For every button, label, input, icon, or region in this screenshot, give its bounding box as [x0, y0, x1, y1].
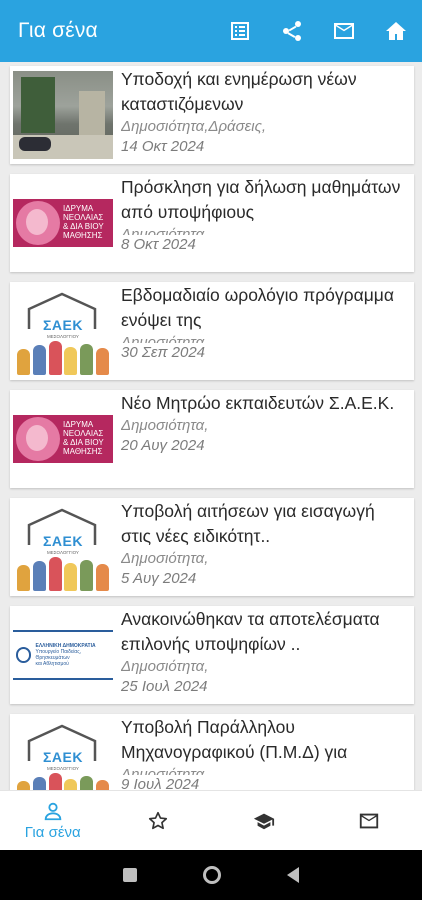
nav-favorites[interactable] [106, 791, 212, 850]
graduation-cap-icon [253, 813, 274, 829]
mail-icon [334, 23, 354, 39]
system-nav-bar [0, 850, 422, 900]
home-icon [386, 22, 406, 40]
article-category: Δημοσιότητα, [121, 417, 209, 434]
article-category: Δημοσιότητα [121, 226, 205, 235]
person-icon [44, 802, 62, 821]
article-card[interactable]: ΣΑΕΚ ΜΕΣΟΛΟΓΓΙΟΥ Υποβολή Παράλληλου Μηχα… [10, 714, 414, 790]
page-title: Για σένα [18, 19, 98, 42]
article-date: 9 Ιουλ 2024 [121, 776, 200, 790]
article-date: 8 Οκτ 2024 [121, 236, 196, 253]
home-button-system[interactable] [203, 866, 221, 884]
article-headline: Υποβολή Παράλληλου Μηχανογραφικού (Π.Μ.Δ… [121, 717, 348, 762]
article-list[interactable]: Υποδοχή και ενημέρωση νέων καταστιζόμενω… [0, 62, 422, 790]
idryma-logo: ΙΔΡΥΜΑ ΝΕΟΛΑΙΑΣ & ΔΙΑ ΒΙΟΥ ΜΑΘΗΣΗΣ [13, 179, 113, 267]
ministry-logo: ΕΛΛΗΝΙΚΗ ΔΗΜΟΚΡΑΤΙΑ Υπουργείο Παιδείας, Θ… [13, 611, 113, 699]
article-date: 30 Σεπ 2024 [121, 344, 206, 361]
nav-for-you-label: Για σένα [24, 824, 81, 841]
article-headline: Πρόσκληση για δήλωση μαθημάτων από υποψή… [121, 177, 401, 222]
article-card[interactable]: ΙΔΡΥΜΑ ΝΕΟΛΑΙΑΣ & ΔΙΑ ΒΙΟΥ ΜΑΘΗΣΗΣ Νέο Μητρ… [10, 390, 414, 488]
back-button[interactable] [287, 867, 299, 883]
list-button[interactable] [214, 0, 266, 62]
share-icon [283, 21, 301, 41]
mail-icon [360, 813, 379, 828]
bottom-nav: Για σένα [0, 790, 422, 850]
idryma-logo: ΙΔΡΥΜΑ ΝΕΟΛΑΙΑΣ & ΔΙΑ ΒΙΟΥ ΜΑΘΗΣΗΣ [13, 395, 113, 483]
article-date: 25 Ιουλ 2024 [121, 678, 208, 695]
saek-logo: ΣΑΕΚ ΜΕΣΟΛΟΓΓΙΟΥ [13, 719, 113, 790]
share-button[interactable] [266, 0, 318, 62]
article-date: 20 Αυγ 2024 [121, 437, 205, 454]
article-date: 5 Αυγ 2024 [121, 570, 197, 587]
article-card[interactable]: Υποδοχή και ενημέρωση νέων καταστιζόμενω… [10, 66, 414, 164]
article-category: Δημοσιότητα [121, 334, 205, 343]
app-bar: Για σένα [0, 0, 422, 62]
article-category: Δημοσιότητα, [121, 658, 209, 675]
nav-messages[interactable] [317, 791, 422, 850]
article-headline: Υποβολή αιτήσεων για εισαγωγή στις νέες … [121, 501, 375, 546]
mail-button[interactable] [318, 0, 370, 62]
article-card[interactable]: ΣΑΕΚ ΜΕΣΟΛΟΓΓΙΟΥ Υποβολή αιτήσεων για ει… [10, 498, 414, 596]
recents-button[interactable] [123, 868, 137, 882]
article-headline: Εβδομαδιαίο ωρολόγιο πρόγραμμα ενόψει τη… [121, 285, 394, 330]
star-icon [149, 811, 168, 829]
classroom-photo [13, 71, 113, 159]
list-icon [231, 22, 249, 40]
nav-for-you[interactable]: Για σένα [0, 791, 106, 850]
article-card[interactable]: ΙΔΡΥΜΑ ΝΕΟΛΑΙΑΣ & ΔΙΑ ΒΙΟΥ ΜΑΘΗΣΗΣ Πρόσκλησ… [10, 174, 414, 272]
nav-education[interactable] [211, 791, 317, 850]
article-date: 14 Οκτ 2024 [121, 138, 205, 155]
saek-logo: ΣΑΕΚ ΜΕΣΟΛΟΓΓΙΟΥ [13, 503, 113, 591]
article-card[interactable]: ΕΛΛΗΝΙΚΗ ΔΗΜΟΚΡΑΤΙΑ Υπουργείο Παιδείας, Θ… [10, 606, 414, 704]
article-card[interactable]: ΣΑΕΚ ΜΕΣΟΛΟΓΓΙΟΥ Εβδομαδιαίο ωρολόγιο πρ… [10, 282, 414, 380]
article-headline: Ανακοινώθηκαν τα αποτελέσματα επιλονής υ… [121, 609, 380, 654]
home-button[interactable] [370, 0, 422, 62]
saek-logo: ΣΑΕΚ ΜΕΣΟΛΟΓΓΙΟΥ [13, 287, 113, 375]
article-category: Δημοσιότητα, [121, 550, 209, 567]
article-category: Δημοσιότητα [121, 766, 205, 775]
article-category: Δημοσιότητα,Δράσεις, [121, 118, 267, 135]
article-headline: Υποδοχή και ενημέρωση νέων καταστιζόμενω… [121, 69, 357, 114]
article-headline: Νέο Μητρώο εκπαιδευτών Σ.Α.Ε.Κ. [121, 393, 395, 413]
